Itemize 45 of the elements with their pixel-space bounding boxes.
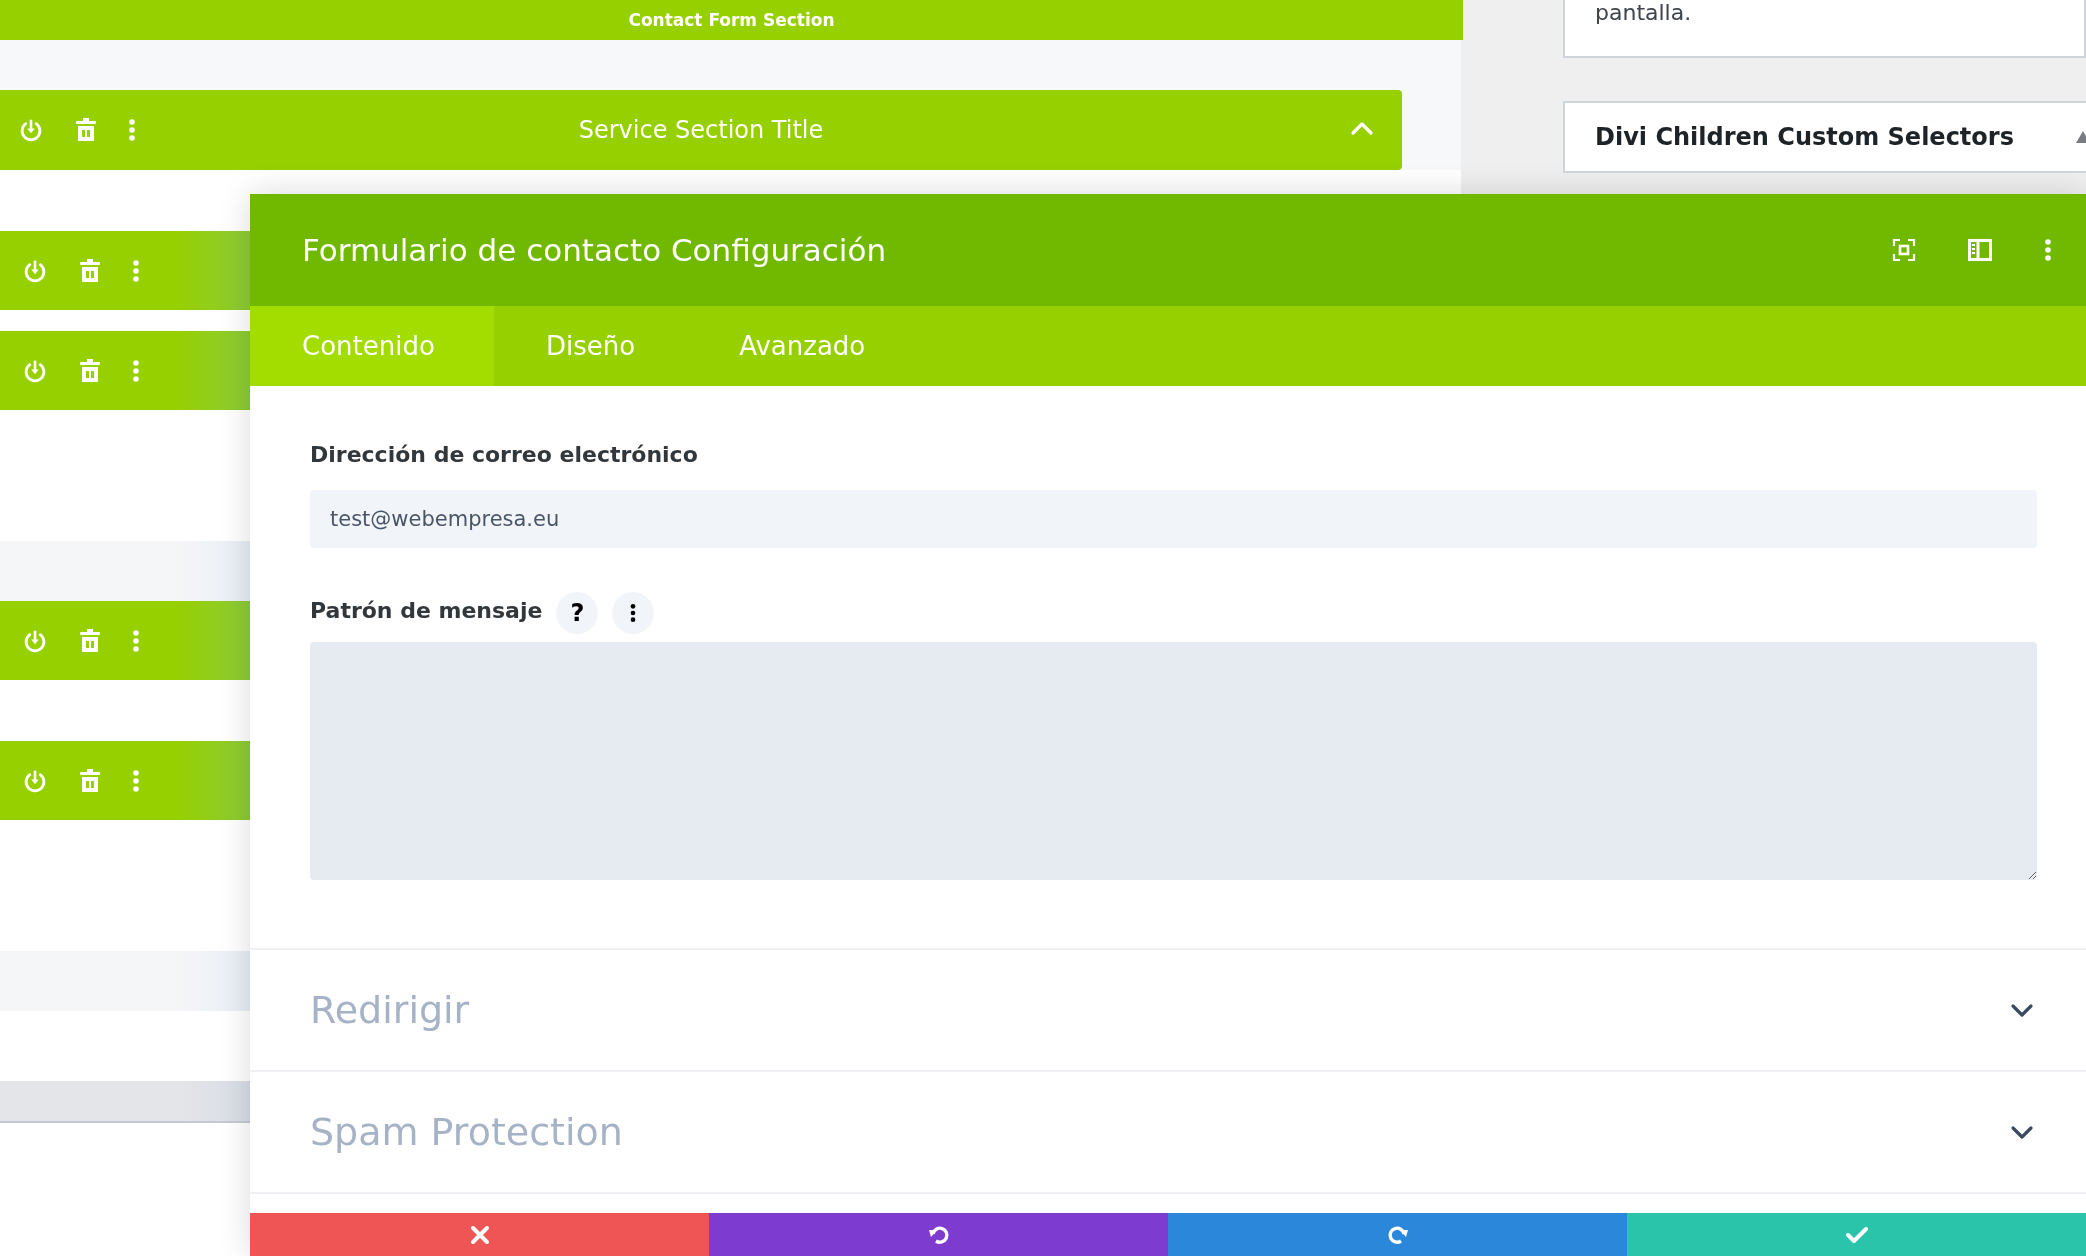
field-label: Patrón de mensaje [310,598,543,625]
panel-text: pantalla. [1595,0,1692,25]
options-button[interactable] [612,592,655,634]
section-title: Spam Protection [310,1110,624,1154]
section-bar[interactable]: Service Section Title [0,90,1402,170]
tab[interactable]: Diseño [494,306,688,386]
chevron-up-icon[interactable] [1350,120,1374,136]
trash-icon[interactable] [78,257,102,284]
power-arrow-icon[interactable] [18,117,44,143]
module-bar[interactable] [0,741,250,820]
redo-button[interactable] [1168,1213,1627,1256]
save-button[interactable] [1627,1213,2086,1256]
section-title: Contact Form Section [628,10,835,30]
check-icon [1845,1225,1868,1244]
trash-icon[interactable] [74,117,98,143]
modal-title: Formulario de contacto Configuración [302,232,888,268]
trash-icon[interactable] [78,627,102,654]
sidebar-layout-icon[interactable] [1968,239,1992,261]
help-button[interactable]: ? [556,592,599,634]
section-title: Service Section Title [578,116,824,144]
trash-icon[interactable] [78,357,102,384]
email-field[interactable]: test@webempresa.eu [310,490,2037,548]
module-bar[interactable] [0,231,250,310]
close-icon [469,1224,490,1245]
module-bar[interactable] [0,331,250,410]
module-bar[interactable] [0,601,250,680]
field-label: Dirección de correo electrónico [310,442,699,469]
tab[interactable]: Avanzado [687,306,918,386]
chevron-down-icon[interactable] [2010,1124,2034,1140]
undo-button[interactable] [709,1213,1168,1256]
message-field[interactable] [310,642,2037,880]
trash-icon[interactable] [78,767,102,794]
section-bar[interactable]: Contact Form Section [0,0,1463,40]
tab[interactable]: Contenido [250,306,494,386]
section-header[interactable]: Spam Protection [250,1072,2086,1194]
section-title: Redirigir [310,988,471,1032]
triangle-icon[interactable] [2076,131,2086,143]
cancel-button[interactable] [250,1213,709,1256]
redo-icon [1386,1223,1409,1246]
undo-icon [927,1223,950,1246]
chevron-down-icon[interactable] [2010,1002,2034,1018]
kebab-icon[interactable] [629,603,638,623]
section-header[interactable]: Redirigir [250,950,2086,1072]
focus-icon[interactable] [1892,238,1916,262]
panel-title: Divi Children Custom Selectors [1595,123,2014,151]
